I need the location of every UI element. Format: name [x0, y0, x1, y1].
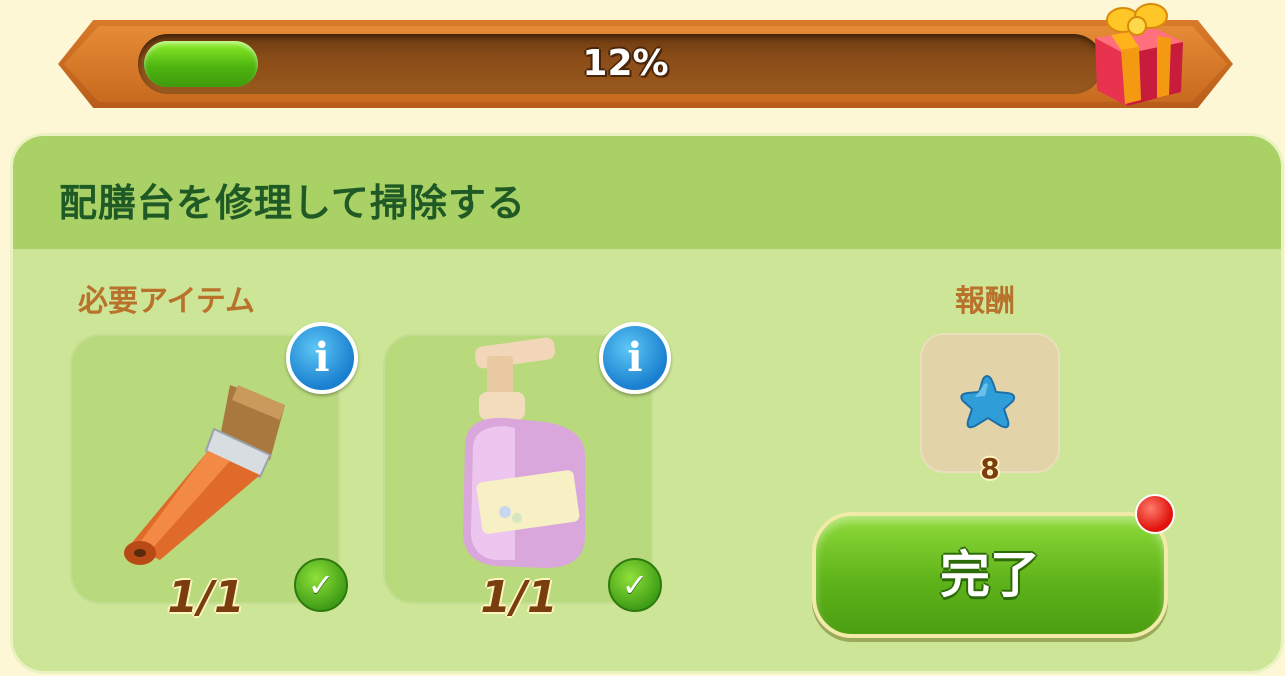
task-header: 配膳台を修理して掃除する — [13, 136, 1281, 249]
progress-percent: 12% — [582, 43, 669, 84]
paintbrush-icon — [124, 385, 285, 565]
blue-star-icon — [960, 374, 1016, 429]
info-button[interactable]: i — [599, 322, 671, 394]
reward-count: 8 — [980, 452, 1000, 485]
soap-bottle-icon — [463, 337, 585, 568]
complete-button[interactable]: 完了 — [812, 512, 1168, 638]
required-items-label: 必要アイテム — [78, 284, 255, 319]
item-count: 1/1 — [480, 572, 558, 623]
task-title: 配膳台を修理して掃除する — [59, 181, 526, 225]
info-button[interactable]: i — [286, 322, 358, 394]
complete-button-label: 完了 — [940, 546, 1040, 604]
checkmark-icon: ✓ — [608, 558, 662, 612]
item-count: 1/1 — [167, 572, 245, 623]
reward-label: 報酬 — [955, 284, 1015, 319]
gift-box-icon[interactable] — [1085, 0, 1190, 110]
checkmark-icon: ✓ — [294, 558, 348, 612]
notification-dot — [1135, 494, 1175, 534]
